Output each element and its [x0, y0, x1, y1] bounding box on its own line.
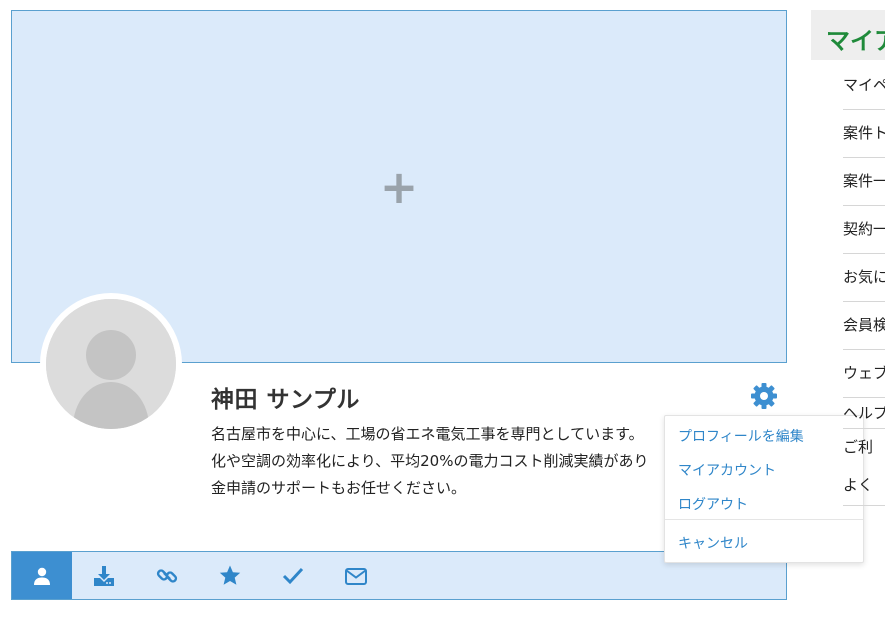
default-user-icon [46, 299, 176, 429]
sidebar-item[interactable]: お気に [843, 254, 885, 302]
sidebar-item[interactable]: マイペ [843, 62, 885, 110]
download-icon [93, 565, 114, 586]
menu-item-logout[interactable]: ログアウト [678, 494, 748, 514]
mail-icon [344, 567, 367, 585]
tab-links[interactable] [135, 552, 198, 599]
sidebar-item[interactable]: 会員検 [843, 302, 885, 350]
check-icon [282, 567, 303, 584]
menu-item-my-account[interactable]: マイアカウント [678, 460, 776, 480]
sidebar-item[interactable]: 案件一 [843, 158, 885, 206]
sidebar-menu: マイペ 案件ト 案件一 契約一 お気に 会員検 ウェブ ヘルプ ご利 よく [843, 62, 885, 506]
gear-icon[interactable] [749, 381, 779, 411]
tab-completed[interactable] [261, 552, 324, 599]
avatar-image [46, 299, 176, 429]
sidebar-header: マイア [811, 10, 885, 60]
sidebar-item[interactable]: ヘルプ [843, 398, 885, 429]
sidebar-item[interactable]: よく [843, 465, 885, 506]
star-icon [219, 565, 240, 585]
profile-name: 神田 サンプル [211, 387, 360, 413]
link-icon [156, 568, 177, 583]
sidebar-item[interactable]: ウェブ [843, 350, 885, 398]
plus-icon[interactable]: + [380, 164, 419, 210]
user-icon [34, 567, 50, 585]
sidebar-title: マイア [826, 27, 885, 55]
tab-profile[interactable] [12, 552, 72, 599]
menu-item-edit-profile[interactable]: プロフィールを編集 [678, 426, 804, 446]
avatar[interactable] [40, 293, 182, 435]
tab-favorites[interactable] [198, 552, 261, 599]
profile-bio: 名古屋市を中心に、工場の省エネ電気工事を専門としています。 化や空調の効率化によ… [211, 425, 649, 497]
sidebar-item[interactable]: 案件ト [843, 110, 885, 158]
menu-item-cancel[interactable]: キャンセル [678, 533, 748, 553]
tab-download[interactable] [72, 552, 135, 599]
sidebar-item[interactable]: 契約一 [843, 206, 885, 254]
sidebar: マイア マイペ 案件ト 案件一 契約一 お気に 会員検 ウェブ ヘルプ ご利 よ… [811, 10, 885, 530]
sidebar-item[interactable]: ご利 [843, 429, 885, 465]
tab-messages[interactable] [324, 552, 387, 599]
